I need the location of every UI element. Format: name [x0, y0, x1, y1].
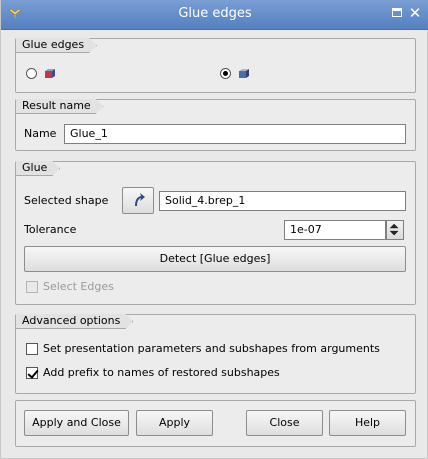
solid-box-red-icon [45, 69, 55, 78]
mode-radio-1[interactable] [26, 68, 37, 79]
select-shape-button[interactable] [122, 187, 154, 214]
glue-group-title: Glue [16, 161, 60, 176]
title-bar[interactable]: Glue edges ✕ [1, 0, 428, 30]
glue-group: Glue Selected shape Solid_4.brep_1 Toler… [15, 161, 416, 305]
result-name-group: Result name Name Glue_1 [15, 99, 416, 151]
apply-button[interactable]: Apply [136, 410, 213, 436]
select-edges-checkbox[interactable] [26, 281, 38, 293]
tolerance-spin-buttons[interactable] [386, 220, 404, 240]
result-name-group-title: Result name [16, 99, 104, 114]
dialog-buttons-group: Apply and Close Apply Close Help [15, 400, 416, 447]
window-title: Glue edges [178, 6, 252, 21]
advanced-options-group-title: Advanced options [16, 314, 133, 329]
spin-up-down-icon [389, 223, 399, 236]
detect-button[interactable]: Detect [Glue edges] [24, 246, 406, 272]
close-window-icon[interactable]: ✕ [407, 5, 423, 21]
set-presentation-checkbox[interactable] [26, 343, 38, 355]
name-label: Name [24, 127, 57, 140]
glue-edges-group-title: Glue edges [16, 38, 97, 53]
name-field[interactable]: Glue_1 [64, 124, 406, 144]
help-button[interactable]: Help [329, 410, 406, 436]
selected-shape-label: Selected shape [24, 194, 109, 207]
select-arrow-icon [135, 193, 145, 206]
glue-edges-dialog: Glue edges ✕ Glue edges Result name Name… [0, 0, 428, 459]
tolerance-label: Tolerance [24, 223, 77, 236]
advanced-options-group: Advanced options Set presentation parame… [15, 314, 416, 394]
close-button[interactable]: Close [246, 410, 323, 436]
set-presentation-label: Set presentation parameters and subshape… [43, 342, 380, 355]
glue-edges-group: Glue edges [15, 38, 416, 93]
solid-box-blue-icon [239, 69, 249, 78]
maximize-icon[interactable] [392, 8, 402, 17]
add-prefix-checkbox[interactable] [26, 367, 38, 379]
selected-shape-field[interactable]: Solid_4.brep_1 [159, 191, 406, 211]
mode-radio-2[interactable] [220, 68, 231, 79]
tolerance-spinbox[interactable]: 1e-07 [284, 220, 386, 240]
select-edges-label: Select Edges [43, 280, 114, 293]
apply-and-close-button[interactable]: Apply and Close [24, 410, 129, 436]
add-prefix-label: Add prefix to names of restored subshape… [43, 366, 280, 379]
